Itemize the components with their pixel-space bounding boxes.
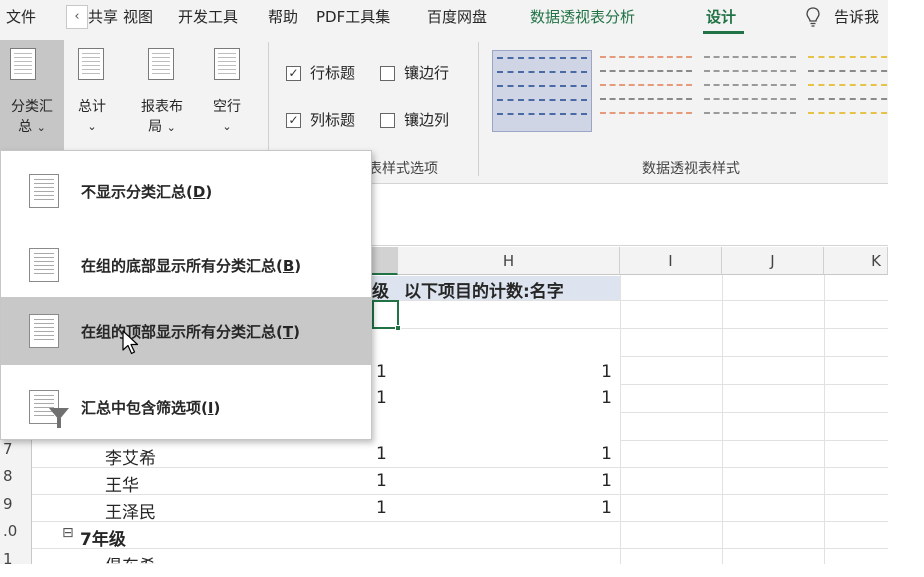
tab-share[interactable]: 共享 [88,4,118,30]
chevron-down-icon: ⌄ [87,120,97,133]
report-layout-button[interactable]: 报表布 局 ⌄ [130,40,194,150]
subtotals-top-icon [29,314,59,348]
subtotals-label-2: 总 [18,119,33,135]
cell-g-value[interactable]: 1 [376,498,387,518]
report-layout-label-2: 局 [148,119,163,135]
pivot-styles-group-label: 数据透视表样式 [642,161,740,177]
report-layout-icon [148,48,174,80]
no-subtotals-icon [29,174,59,208]
menu-item-subtotals-bottom[interactable]: 在组的底部显示所有分类汇总(B) [1,231,371,299]
collapse-group-icon[interactable]: ⊟ [62,525,74,541]
tab-pivot-analyze[interactable]: 数据透视表分析 [530,4,635,30]
banded-cols-label: 镶边列 [404,111,450,129]
row-header-11[interactable]: 1 [0,550,32,568]
chevron-down-icon: ⌄ [222,120,232,133]
tab-scroll-left-button[interactable]: ‹ [66,5,88,29]
pivot-row-label-partial[interactable]: 俱东希 [105,552,156,563]
pivot-style-swatch-orange[interactable] [596,50,696,132]
column-header-i[interactable]: I [620,247,722,275]
tab-view[interactable]: 视图 [123,4,153,30]
subtotals-icon [10,48,36,80]
cell-g-value[interactable]: 1 [376,362,387,382]
blank-rows-button[interactable]: 空行 ⌄ [200,40,254,150]
col-headers-label: 列标题 [310,111,356,129]
menu-item-label: 汇总中包含筛选项(I) [81,399,221,417]
chevron-left-icon: ‹ [74,9,80,24]
subtotals-bottom-icon [29,248,59,282]
pivot-value-header[interactable]: 以下项目的计数:名字 [404,277,564,302]
pivot-group-label[interactable]: 7年级 [80,525,126,550]
pivot-style-swatch-selected[interactable] [492,50,592,132]
group-divider [478,42,479,176]
cell-h-value[interactable]: 1 [560,362,612,382]
menu-item-no-subtotals[interactable]: 不显示分类汇总(D) [1,157,371,225]
row-header-9[interactable]: 9 [0,495,32,513]
banded-rows-checkbox[interactable] [380,66,395,81]
subtotals-dropdown-menu: 不显示分类汇总(D) 在组的底部显示所有分类汇总(B) 在组的顶部显示所有分类汇… [0,150,372,440]
tab-pdf-tools[interactable]: PDF工具集 [316,4,390,30]
grand-totals-icon [78,48,104,80]
row-header-7[interactable]: 7 [0,440,32,458]
cell-g-value[interactable]: 1 [376,471,387,491]
grand-totals-button[interactable]: 总计 ⌄ [68,40,116,150]
row-headers-checkbox[interactable]: ✓ [286,66,301,81]
tab-developer[interactable]: 开发工具 [178,4,238,30]
pivot-row-label[interactable]: 王华 [105,471,139,496]
lightbulb-icon[interactable] [805,6,821,28]
fill-handle[interactable] [395,325,401,331]
pivot-style-swatch-yellow[interactable] [804,50,888,132]
pivot-row-label[interactable]: 王泽民 [105,498,156,523]
cell-g-value[interactable]: 1 [376,444,387,464]
menu-item-include-filtered[interactable]: 汇总中包含筛选项(I) [1,373,371,441]
column-header-k[interactable]: K [824,247,888,275]
menu-item-subtotals-top[interactable]: 在组的顶部显示所有分类汇总(T) [1,297,371,365]
grand-totals-label: 总计 [78,99,106,115]
blank-rows-label: 空行 [213,99,241,115]
menu-item-label: 不显示分类汇总(D) [81,183,213,201]
report-layout-label: 报表布 [141,99,183,115]
cell-h-value[interactable]: 1 [560,388,612,408]
row-headers-label: 行标题 [310,64,356,82]
tab-baidu-netdisk[interactable]: 百度网盘 [427,4,487,30]
pivot-style-swatch-gray[interactable] [700,50,800,132]
blank-rows-icon [214,48,240,80]
menu-item-label: 在组的底部显示所有分类汇总(B) [81,257,302,275]
pivot-header-partial[interactable]: 级 [372,277,389,302]
subtotals-label: 分类汇 [11,99,53,115]
col-headers-checkbox[interactable]: ✓ [286,113,301,128]
banded-rows-label: 镶边行 [404,64,450,82]
column-header-g[interactable] [372,247,398,275]
ribbon-tab-bar: 文件 ‹ 共享 视图 开发工具 帮助 PDF工具集 百度网盘 数据透视表分析 设… [0,0,888,34]
style-options-group-label: 表样式选项 [368,161,438,177]
row-header-10[interactable]: .0 [0,522,32,540]
cell-g-value[interactable]: 1 [376,388,387,408]
cell-h-value[interactable]: 1 [560,471,612,491]
cell-h-value[interactable]: 1 [560,444,612,464]
banded-cols-checkbox[interactable] [380,113,395,128]
cell-h-value[interactable]: 1 [560,498,612,518]
row-header-8[interactable]: 8 [0,467,32,485]
chevron-down-icon: ⌄ [166,121,176,134]
column-header-h[interactable]: H [398,247,620,275]
tab-file[interactable]: 文件 [6,4,36,30]
tell-me-search[interactable]: 告诉我 [834,4,888,30]
menu-item-label: 在组的顶部显示所有分类汇总(T) [81,323,300,341]
tab-help[interactable]: 帮助 [268,4,298,30]
tab-design[interactable]: 设计 [706,4,736,30]
subtotals-button[interactable]: 分类汇 总 ⌄ [0,40,64,150]
pivot-row-label[interactable]: 李艾希 [105,444,156,469]
column-header-j[interactable]: J [722,247,824,275]
mouse-cursor-icon [122,330,139,355]
chevron-down-icon: ⌄ [36,121,46,134]
